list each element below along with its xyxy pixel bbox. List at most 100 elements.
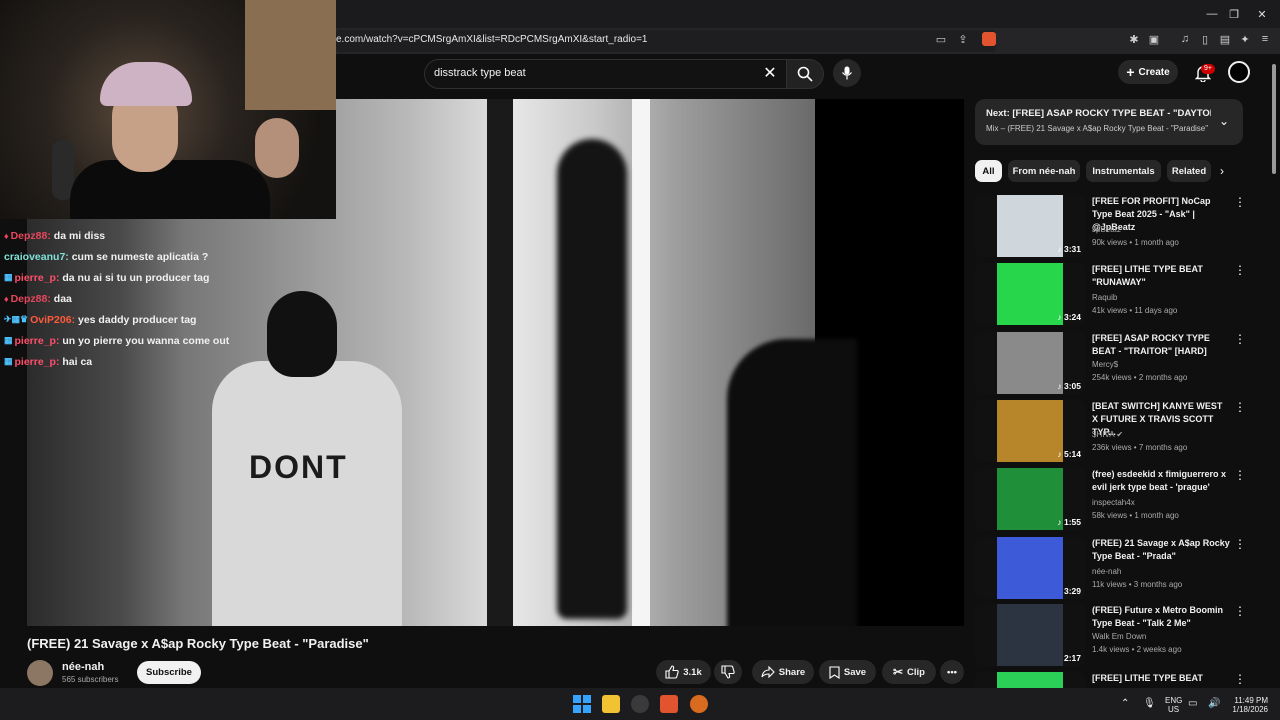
- duration-badge: 2:17: [1064, 653, 1081, 663]
- more-vertical-icon[interactable]: ⋮: [1234, 604, 1246, 618]
- chip-instrumentals[interactable]: Instrumentals: [1086, 160, 1161, 182]
- music-icon[interactable]: ♫: [1178, 32, 1192, 46]
- recommendation-title[interactable]: [FREE] LITHE TYPE BEAT: [1092, 672, 1230, 685]
- chat-text: da nu ai si tu un producer tag: [62, 271, 210, 284]
- start-tile: [583, 695, 591, 703]
- windows-start-icon[interactable]: [573, 695, 591, 713]
- cast-icon[interactable]: ▭: [934, 32, 948, 46]
- video-thumbnail[interactable]: ♪ 5:14: [975, 400, 1085, 462]
- search-button[interactable]: [786, 59, 824, 89]
- recommendation-meta: 1.4k views • 2 weeks ago: [1092, 645, 1182, 654]
- address-bar[interactable]: e.com/watch?v=cPCMSrgAmXI&list=RDcPCMSrg…: [336, 30, 996, 52]
- recommendation-channel[interactable]: $HIVA ✔: [1092, 430, 1123, 439]
- language-text: ENG: [1165, 696, 1183, 705]
- tray-mic-icon[interactable]: 🎙: [1143, 698, 1156, 709]
- obs-icon[interactable]: [631, 695, 649, 713]
- chip-all[interactable]: All: [975, 160, 1002, 182]
- wallet-icon[interactable]: ▣: [1147, 32, 1161, 46]
- recommendation-channel[interactable]: Raquib: [1092, 293, 1117, 302]
- more-vertical-icon[interactable]: ⋮: [1234, 468, 1246, 482]
- channel-name[interactable]: née-nah: [62, 661, 104, 673]
- microphone-icon: [842, 66, 852, 80]
- recommendation-item[interactable]: ♪ 5:14 [BEAT SWITCH] KANYE WEST X FUTURE…: [975, 400, 1246, 464]
- video-thumbnail[interactable]: 3:29: [975, 537, 1085, 599]
- menu-icon[interactable]: ≡: [1258, 32, 1272, 46]
- voice-search-button[interactable]: [833, 59, 861, 87]
- share-page-icon[interactable]: ⇪: [956, 32, 970, 46]
- recommendation-item[interactable]: ♪ 3:24 [FREE] LITHE TYPE BEAT "RUNAWAY" …: [975, 263, 1246, 327]
- more-vertical-icon[interactable]: ⋮: [1234, 672, 1245, 686]
- start-tile: [573, 695, 581, 703]
- recommendation-channel[interactable]: née-nah: [1092, 567, 1121, 576]
- recommendation-title[interactable]: [FREE] ASAP ROCKY TYPE BEAT - "TRAITOR" …: [1092, 332, 1230, 358]
- more-vertical-icon[interactable]: ⋮: [1234, 400, 1246, 414]
- more-vertical-icon[interactable]: ⋮: [1234, 195, 1246, 209]
- more-vertical-icon[interactable]: ⋮: [1234, 263, 1246, 277]
- tray-chevron-icon[interactable]: ⌃: [1121, 698, 1129, 709]
- like-button[interactable]: 3.1k: [656, 660, 711, 684]
- volume-icon[interactable]: 🔊: [1208, 698, 1220, 709]
- share-button[interactable]: Share: [752, 660, 814, 684]
- recommendation-item[interactable]: 2:17 (FREE) Future x Metro Boomin Type B…: [975, 604, 1246, 668]
- recommendation-title[interactable]: (FREE) Future x Metro Boomin Type Beat -…: [1092, 604, 1230, 630]
- fl-studio-icon[interactable]: [690, 695, 708, 713]
- chat-user: pierre_p:: [14, 355, 60, 368]
- clear-search-icon[interactable]: ✕: [760, 63, 780, 83]
- brave-browser-icon[interactable]: [660, 695, 678, 713]
- video-thumbnail[interactable]: ♪ 1:55: [975, 468, 1085, 530]
- account-avatar[interactable]: [1228, 61, 1250, 83]
- next-video-title: Next: [FREE] ASAP ROCKY TYPE BEAT - "DAY…: [986, 108, 1211, 119]
- network-icon[interactable]: ▭: [1188, 698, 1197, 709]
- subscribe-button[interactable]: Subscribe: [137, 661, 201, 684]
- recommendation-item[interactable]: [FREE] LITHE TYPE BEAT ⋮: [975, 672, 1245, 688]
- recommendation-channel[interactable]: Mercy$: [1092, 360, 1118, 369]
- page-scrollbar[interactable]: [1270, 60, 1278, 200]
- search-input[interactable]: disstrack type beat: [424, 59, 788, 89]
- recommendation-item[interactable]: ♪ 3:05 [FREE] ASAP ROCKY TYPE BEAT - "TR…: [975, 332, 1246, 396]
- more-vertical-icon[interactable]: ⋮: [1234, 537, 1246, 551]
- video-thumbnail[interactable]: ♪ 3:05: [975, 332, 1085, 394]
- more-actions-button[interactable]: •••: [940, 660, 964, 684]
- video-thumbnail[interactable]: ♪ 3:31: [975, 195, 1085, 257]
- video-thumbnail[interactable]: ♪ 3:24: [975, 263, 1085, 325]
- recommendation-title[interactable]: [FREE] LITHE TYPE BEAT "RUNAWAY": [1092, 263, 1230, 289]
- recommendation-item[interactable]: 3:29 (FREE) 21 Savage x A$ap Rocky Type …: [975, 537, 1246, 601]
- language-indicator[interactable]: ENG US: [1165, 696, 1182, 714]
- scrollbar-thumb[interactable]: [1272, 64, 1276, 174]
- time-text: 11:49 PM: [1234, 696, 1268, 705]
- chevron-down-icon[interactable]: ⌄: [1219, 114, 1229, 128]
- file-explorer-icon[interactable]: [602, 695, 620, 713]
- sidebar-icon[interactable]: ▯: [1198, 32, 1212, 46]
- more-vertical-icon[interactable]: ⋮: [1234, 332, 1246, 346]
- recommendation-title[interactable]: (free) esdeekid x fimiguerrero x evil je…: [1092, 468, 1230, 494]
- recommendation-channel[interactable]: Walk Em Down: [1092, 632, 1146, 641]
- tabs-icon[interactable]: ▤: [1218, 32, 1232, 46]
- close-window-icon[interactable]: ✕: [1240, 0, 1280, 28]
- recommendation-title[interactable]: (FREE) 21 Savage x A$ap Rocky Type Beat …: [1092, 537, 1230, 563]
- date-text: 1/18/2026: [1232, 705, 1268, 714]
- video-thumbnail[interactable]: [975, 672, 1085, 688]
- dislike-button[interactable]: [714, 660, 742, 684]
- recommendation-meta: 11k views • 3 months ago: [1092, 580, 1183, 589]
- chevron-right-icon[interactable]: ›: [1220, 164, 1224, 178]
- extensions-icon[interactable]: ✱: [1127, 32, 1141, 46]
- create-label: Create: [1138, 66, 1170, 78]
- video-thumbnail[interactable]: 2:17: [975, 604, 1085, 666]
- recommendation-channel[interactable]: JpBeatz: [1092, 225, 1121, 234]
- channel-avatar[interactable]: [27, 660, 53, 686]
- recommendation-item[interactable]: ♪ 1:55 (free) esdeekid x fimiguerrero x …: [975, 468, 1246, 532]
- clip-button[interactable]: ✂ Clip: [882, 660, 936, 684]
- system-clock[interactable]: 11:49 PM 1/18/2026: [1228, 696, 1268, 714]
- next-video-card[interactable]: Next: [FREE] ASAP ROCKY TYPE BEAT - "DAY…: [975, 99, 1243, 145]
- save-button[interactable]: Save: [819, 660, 876, 684]
- chip-from-channel[interactable]: From née-nah: [1008, 160, 1080, 182]
- recommendation-channel[interactable]: inspectah4x: [1092, 498, 1135, 507]
- thumbnail-image: [997, 263, 1063, 325]
- chat-text: un yo pierre you wanna come out: [62, 334, 230, 347]
- chip-related[interactable]: Related: [1167, 160, 1211, 182]
- duration-badge: 3:29: [1064, 586, 1081, 596]
- brave-shields-icon[interactable]: [982, 32, 996, 46]
- recommendation-item[interactable]: ♪ 3:31 [FREE FOR PROFIT] NoCap Type Beat…: [975, 195, 1246, 259]
- leo-icon[interactable]: ✦: [1238, 32, 1252, 46]
- create-button[interactable]: + Create: [1118, 60, 1178, 84]
